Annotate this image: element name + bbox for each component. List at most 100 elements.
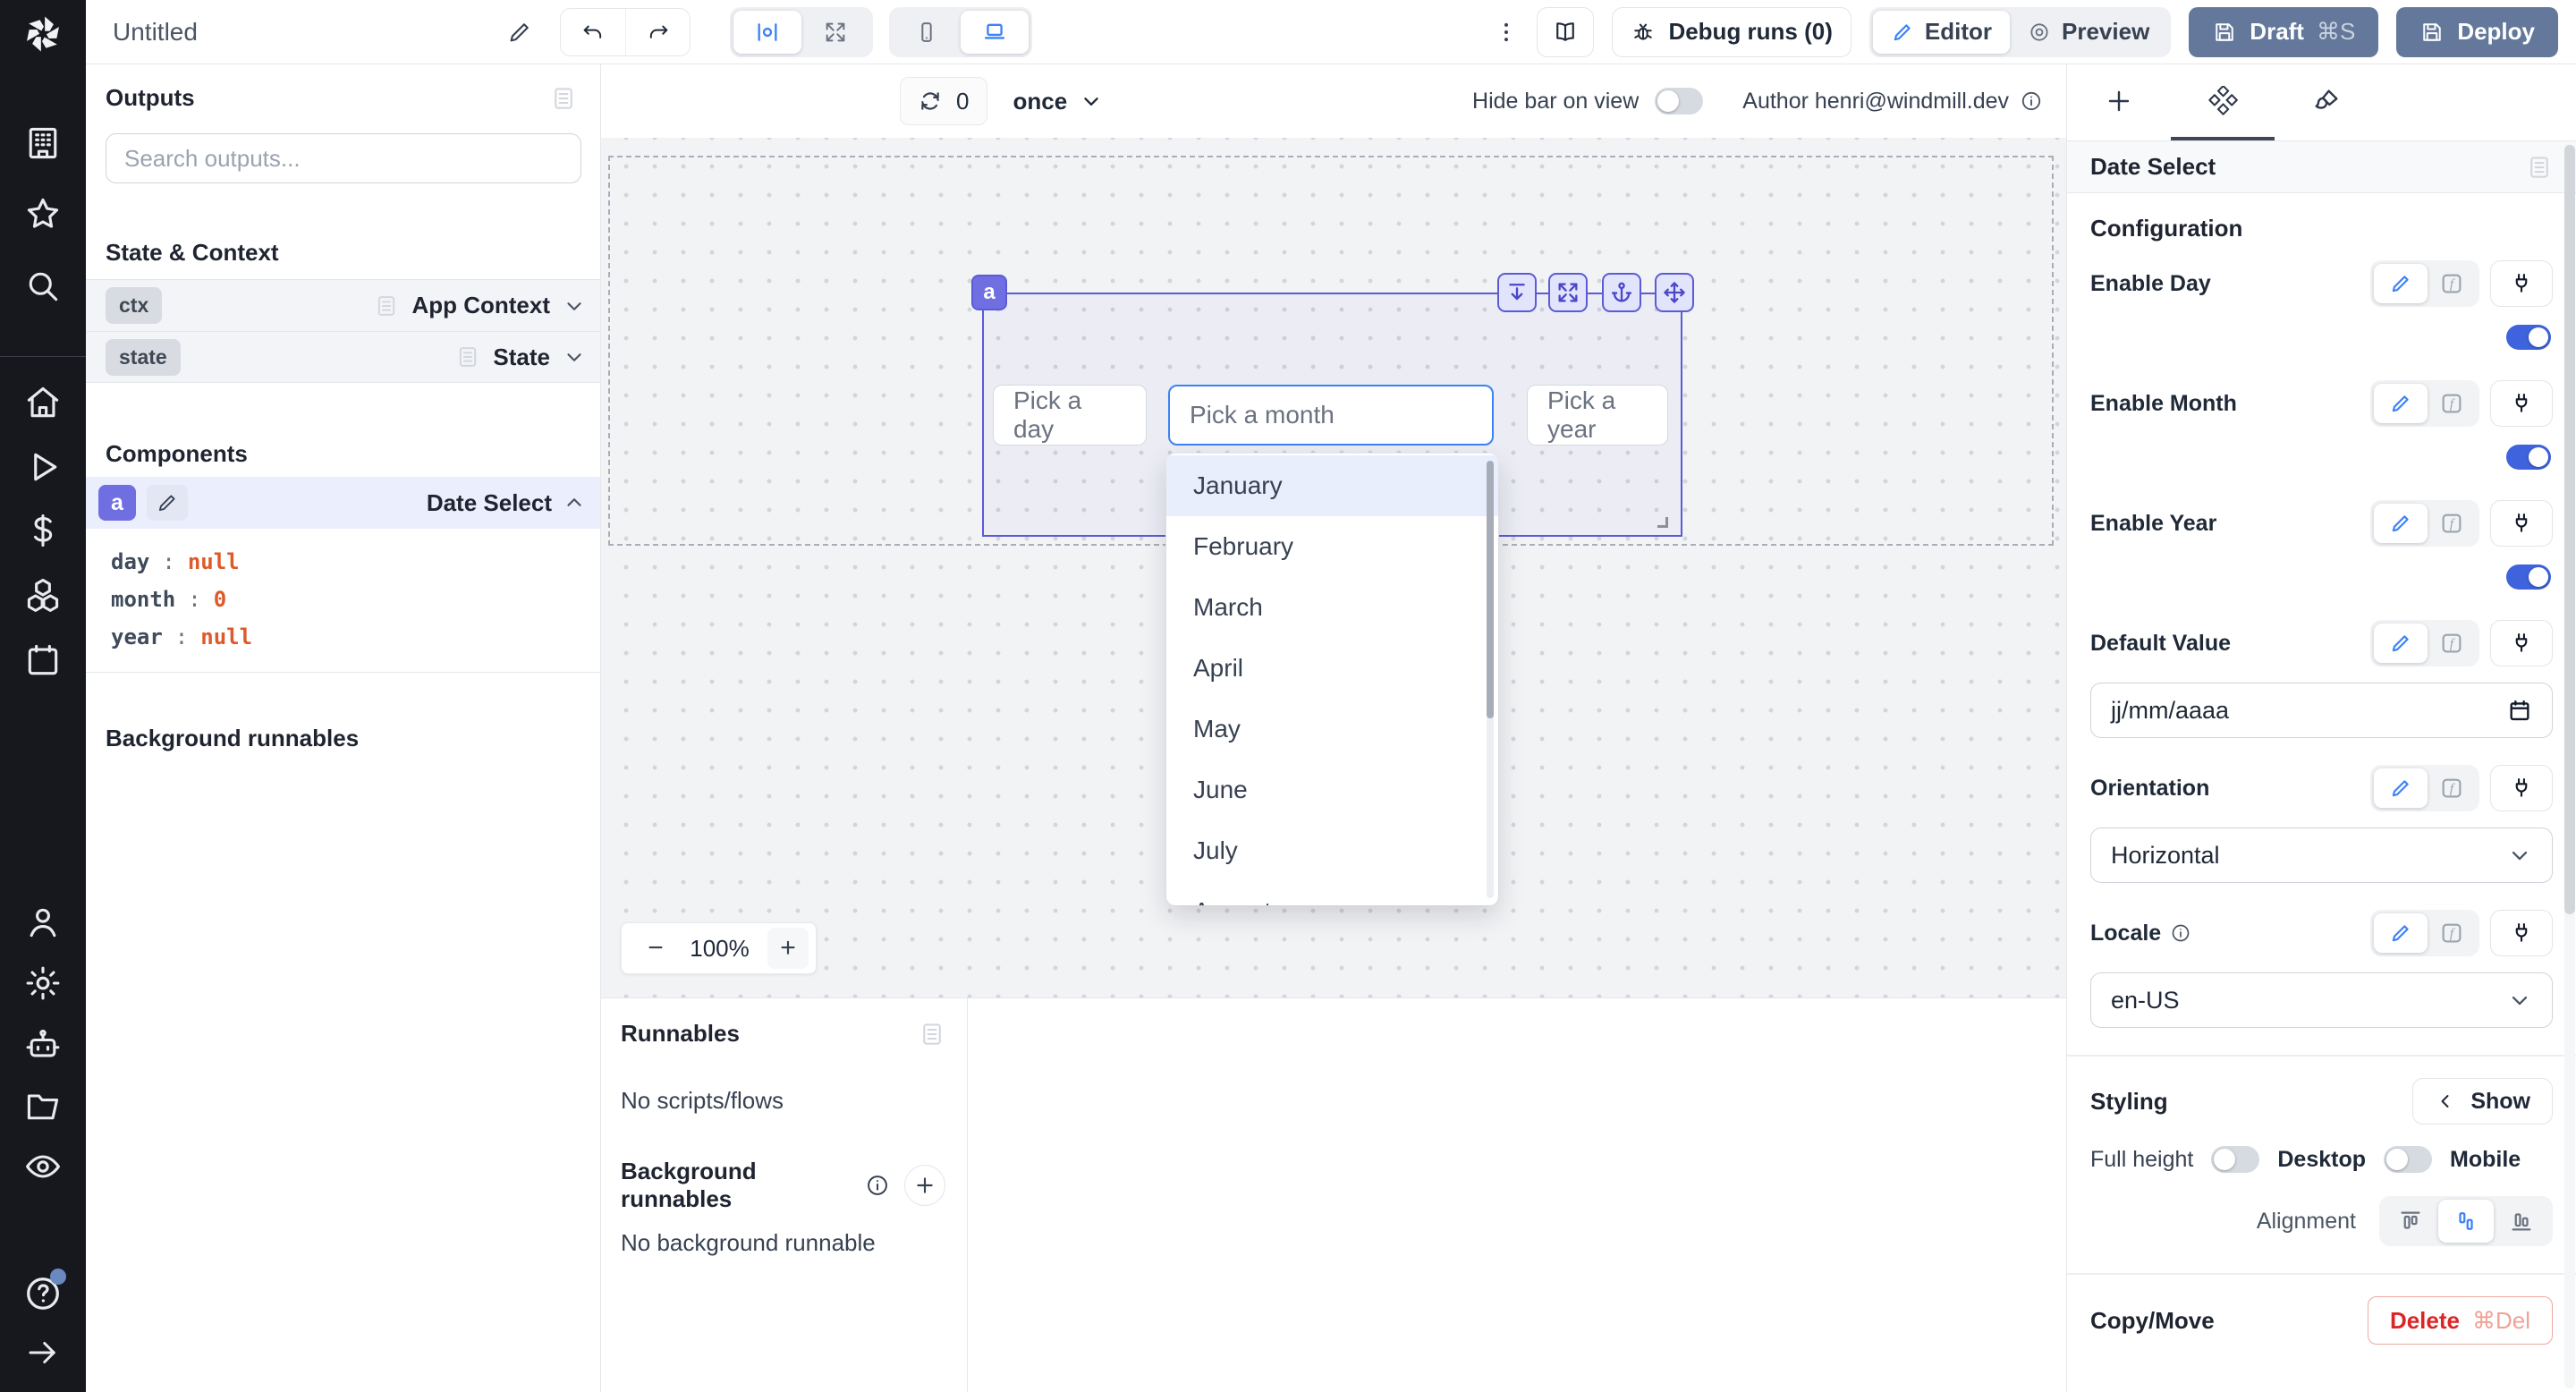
month-option[interactable]: July xyxy=(1166,820,1498,881)
workers-robot-icon[interactable] xyxy=(0,1023,86,1066)
runnables-doc-icon[interactable] xyxy=(919,1021,945,1048)
orientation-select[interactable]: Horizontal xyxy=(2090,828,2553,883)
move-icon[interactable] xyxy=(1655,273,1694,312)
static-mode-pencil-icon[interactable] xyxy=(2374,624,2428,663)
user-icon[interactable] xyxy=(0,901,86,944)
edit-title-pencil-icon[interactable] xyxy=(506,19,533,46)
full-height-toggle[interactable] xyxy=(2211,1146,2259,1173)
favorites-icon[interactable] xyxy=(0,192,86,235)
month-option[interactable]: May xyxy=(1166,699,1498,760)
align-center-icon[interactable] xyxy=(2438,1200,2494,1243)
align-top-icon[interactable] xyxy=(2383,1200,2438,1243)
inspector-scrollbar-thumb[interactable] xyxy=(2564,145,2575,914)
draft-button[interactable]: Draft ⌘S xyxy=(2189,7,2378,57)
connect-plug-icon[interactable] xyxy=(2490,765,2553,811)
static-mode-pencil-icon[interactable] xyxy=(2374,504,2428,543)
connect-plug-icon[interactable] xyxy=(2490,380,2553,427)
month-option[interactable]: June xyxy=(1166,760,1498,820)
month-option[interactable]: April xyxy=(1166,638,1498,699)
month-option[interactable]: August xyxy=(1166,881,1498,905)
tab-preview[interactable]: Preview xyxy=(2010,11,2167,54)
component-chevron-up-icon[interactable] xyxy=(563,491,586,514)
eval-mode-function-icon[interactable]: f xyxy=(2428,913,2476,953)
locale-info-icon[interactable] xyxy=(2170,922,2191,944)
search-icon[interactable] xyxy=(0,265,86,308)
collapse-sidebar-icon[interactable] xyxy=(0,1331,86,1374)
windmill-logo-icon[interactable] xyxy=(16,7,70,61)
mobile-preview-icon[interactable] xyxy=(893,11,961,54)
run-mode-select[interactable]: once xyxy=(1013,88,1103,115)
debug-runs-button[interactable]: Debug runs (0) xyxy=(1612,7,1851,57)
variables-icon[interactable] xyxy=(0,509,86,552)
schedules-icon[interactable] xyxy=(0,639,86,682)
deploy-button[interactable]: Deploy xyxy=(2396,7,2558,57)
enable-day-toggle[interactable] xyxy=(2506,325,2551,350)
author-info-icon[interactable] xyxy=(2020,89,2043,113)
eval-mode-function-icon[interactable]: f xyxy=(2428,384,2476,423)
static-mode-pencil-icon[interactable] xyxy=(2374,264,2428,303)
state-chevron-down-icon[interactable] xyxy=(563,345,586,369)
runs-icon[interactable] xyxy=(0,446,86,488)
refresh-counter[interactable]: 0 xyxy=(900,77,987,125)
background-runnables-info-icon[interactable] xyxy=(865,1173,890,1198)
zoom-out-button[interactable]: − xyxy=(640,933,672,963)
logs-eye-icon[interactable] xyxy=(0,1145,86,1188)
eval-mode-function-icon[interactable]: f xyxy=(2428,768,2476,808)
enable-year-toggle[interactable] xyxy=(2506,564,2551,590)
search-outputs-input[interactable] xyxy=(106,133,581,183)
month-option[interactable]: January xyxy=(1166,455,1498,516)
align-bottom-icon[interactable] xyxy=(2494,1200,2549,1243)
resources-icon[interactable] xyxy=(0,573,86,616)
month-select-input[interactable]: Pick a month xyxy=(1168,385,1494,446)
redo-icon[interactable] xyxy=(625,9,690,55)
connect-plug-icon[interactable] xyxy=(2490,620,2553,666)
enable-month-toggle[interactable] xyxy=(2506,445,2551,470)
resize-handle[interactable] xyxy=(1657,517,1668,528)
connect-plug-icon[interactable] xyxy=(2490,500,2553,547)
desktop-mobile-toggle[interactable] xyxy=(2384,1146,2432,1173)
settings-gear-icon[interactable] xyxy=(0,962,86,1005)
tab-component-settings-icon[interactable] xyxy=(2171,64,2275,140)
connect-plug-icon[interactable] xyxy=(2490,260,2553,307)
component-list-item[interactable]: a Date Select xyxy=(86,477,600,529)
output-prop-month[interactable]: month:0 xyxy=(111,581,600,618)
fullscreen-layout-icon[interactable] xyxy=(801,11,869,54)
folders-icon[interactable] xyxy=(0,1084,86,1127)
anchor-icon[interactable] xyxy=(1602,273,1641,312)
add-background-runnable-icon[interactable] xyxy=(904,1165,945,1206)
day-select-input[interactable]: Pick a day xyxy=(993,385,1147,446)
calendar-icon[interactable] xyxy=(2507,698,2532,723)
delete-component-button[interactable]: Delete ⌘Del xyxy=(2368,1296,2553,1345)
more-menu-kebab-icon[interactable] xyxy=(1494,20,1519,45)
state-row[interactable]: state State xyxy=(86,331,600,383)
static-mode-pencil-icon[interactable] xyxy=(2374,384,2428,423)
app-title[interactable]: Untitled xyxy=(113,18,506,47)
output-prop-day[interactable]: day:null xyxy=(111,543,600,581)
app-canvas[interactable]: a Pick a day Pick a month Pick a year xyxy=(601,138,2066,997)
locale-select[interactable]: en-US xyxy=(2090,972,2553,1028)
eval-mode-function-icon[interactable]: f xyxy=(2428,624,2476,663)
dropdown-scrollbar-thumb[interactable] xyxy=(1487,461,1494,718)
help-icon[interactable] xyxy=(0,1272,86,1315)
expand-down-icon[interactable] xyxy=(1497,273,1537,312)
month-option[interactable]: February xyxy=(1166,516,1498,577)
tab-insert-plus-icon[interactable] xyxy=(2067,64,2171,140)
expand-fullsize-icon[interactable] xyxy=(1548,273,1588,312)
default-value-date-input[interactable]: jj/mm/aaaa xyxy=(2090,683,2553,738)
undo-icon[interactable] xyxy=(561,9,625,55)
zoom-in-button[interactable]: + xyxy=(767,928,809,969)
static-mode-pencil-icon[interactable] xyxy=(2374,768,2428,808)
ctx-chevron-down-icon[interactable] xyxy=(563,294,586,318)
ctx-row[interactable]: ctx App Context xyxy=(86,279,600,331)
eval-mode-function-icon[interactable]: f xyxy=(2428,264,2476,303)
workspace-icon[interactable] xyxy=(0,122,86,165)
tab-styling-brush-icon[interactable] xyxy=(2275,64,2378,140)
hide-bar-toggle[interactable] xyxy=(1655,88,1703,115)
show-styling-button[interactable]: Show xyxy=(2412,1078,2553,1125)
static-mode-pencil-icon[interactable] xyxy=(2374,913,2428,953)
outputs-doc-icon[interactable] xyxy=(550,85,577,112)
connect-plug-icon[interactable] xyxy=(2490,910,2553,956)
output-prop-year[interactable]: year:null xyxy=(111,618,600,656)
year-select-input[interactable]: Pick a year xyxy=(1527,385,1668,446)
docs-book-icon[interactable] xyxy=(1537,7,1594,57)
